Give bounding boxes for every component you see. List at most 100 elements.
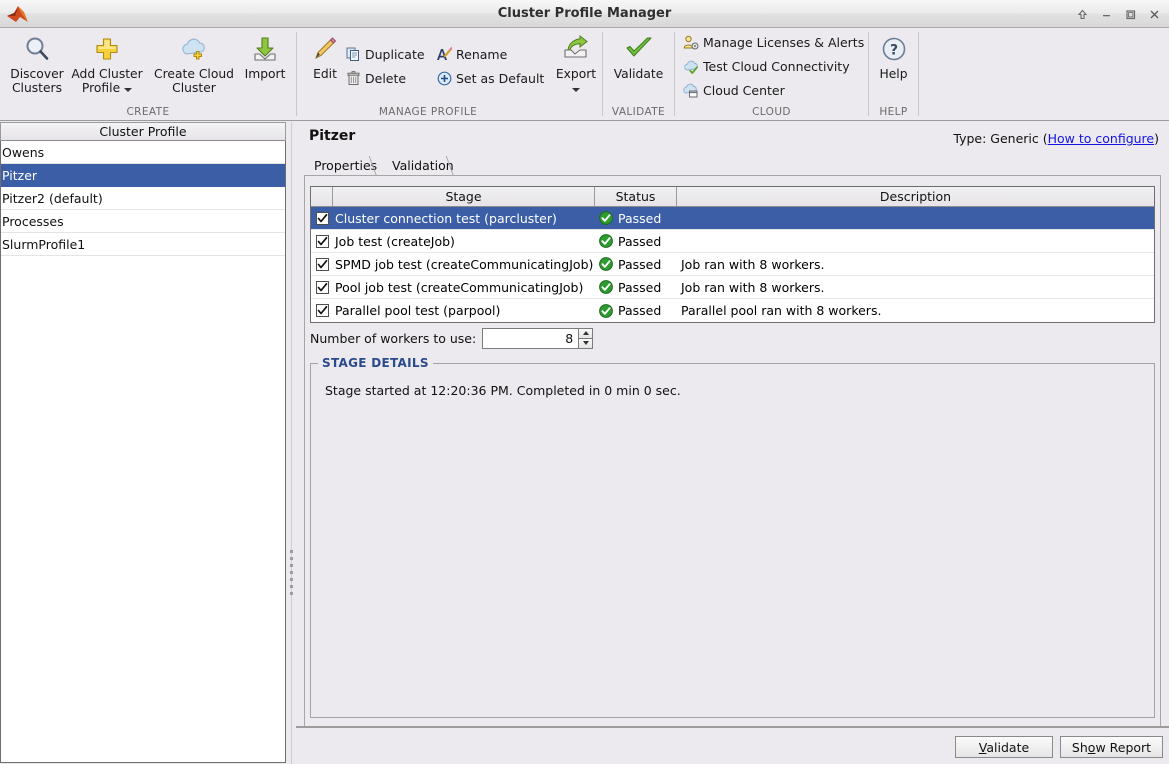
workers-input[interactable]: 8 [482, 327, 579, 349]
row-checkbox[interactable] [311, 253, 333, 275]
row-status-label: Passed [618, 256, 662, 272]
sidebar-item-slurmprofile1[interactable]: SlurmProfile1 [1, 233, 285, 256]
row-status-label: Passed [618, 303, 662, 318]
validate-ribbon-button[interactable]: Validate [603, 32, 674, 104]
profile-type-prefix: Type: Generic ( [953, 131, 1048, 146]
pane-splitter[interactable] [287, 122, 296, 764]
status-passed-icon [599, 257, 613, 271]
table-row[interactable]: Cluster connection test (parcluster) Pas… [311, 207, 1154, 230]
row-checkbox[interactable] [311, 207, 333, 229]
close-icon[interactable] [1143, 4, 1165, 25]
cloud-window-icon [681, 83, 701, 98]
group-label-cloud: CLOUD [752, 106, 791, 118]
export-button[interactable]: Export [552, 32, 600, 104]
profile-detail-pane: Pitzer Type: Generic (How to configure) … [296, 122, 1169, 764]
table-row[interactable]: Parallel pool test (parpool) Passed Para… [311, 299, 1154, 322]
manage-licenses-alerts-button[interactable]: Manage Licenses & Alerts [681, 31, 864, 54]
export-arrow-icon [561, 32, 591, 66]
row-status-label: Passed [618, 279, 662, 295]
tab-properties[interactable]: Properties [304, 156, 387, 176]
ribbon-group-cloud: Manage Licenses & Alerts Test Cloud Conn… [675, 28, 868, 120]
checkbox-checked-icon[interactable] [315, 257, 329, 271]
license-person-icon [681, 35, 701, 50]
col-header-checkbox[interactable] [311, 187, 333, 207]
minimize-icon[interactable] [1095, 4, 1117, 25]
table-row[interactable]: Pool job test (createCommunicatingJob) P… [311, 276, 1154, 299]
ribbon-toolbar: Discover Clusters Add Cluster Profile Cr… [0, 28, 1169, 121]
row-stage: Pool job test (createCommunicatingJob) [335, 279, 584, 295]
set-as-default-label: Set as Default [456, 71, 545, 86]
footer-bar: Validate Show Report [296, 727, 1169, 764]
tab-properties-label: Properties [314, 158, 378, 173]
row-stage: SPMD job test (createCommunicatingJob) [335, 256, 594, 272]
add-cluster-profile-button[interactable]: Add Cluster Profile [68, 32, 146, 104]
import-button[interactable]: Import [236, 32, 294, 104]
row-status: Passed [595, 230, 677, 252]
test-cloud-connectivity-button[interactable]: Test Cloud Connectivity [681, 55, 850, 78]
help-button[interactable]: ? Help [869, 32, 918, 104]
sidebar-item-pitzer2[interactable]: Pitzer2 (default) [1, 187, 285, 210]
chevron-down-icon[interactable] [571, 87, 580, 92]
row-checkbox[interactable] [311, 276, 333, 298]
col-header-status[interactable]: Status [595, 187, 677, 207]
set-as-default-button[interactable]: Set as Default [434, 67, 544, 90]
workers-stepper[interactable]: 8 [482, 327, 594, 349]
cloud-plus-icon [178, 32, 210, 66]
workers-spinner-buttons[interactable] [578, 327, 594, 349]
col-header-stage[interactable]: Stage [333, 187, 595, 207]
spinner-up-icon[interactable] [578, 327, 594, 338]
status-passed-icon [599, 211, 613, 225]
duplicate-button[interactable]: Duplicate [343, 43, 425, 66]
status-passed-icon [599, 303, 613, 318]
duplicate-label: Duplicate [365, 47, 425, 62]
how-to-configure-link[interactable]: How to configure [1048, 131, 1155, 146]
row-checkbox[interactable] [311, 299, 333, 322]
window-title: Cluster Profile Manager [497, 6, 672, 21]
sidebar-item-pitzer[interactable]: Pitzer [1, 164, 285, 187]
edit-label: Edit [313, 67, 337, 81]
title-bar: Cluster Profile Manager [0, 0, 1169, 28]
help-label: Help [879, 67, 908, 81]
workers-row: Number of workers to use: 8 [310, 327, 594, 349]
checkbox-checked-icon[interactable] [315, 304, 329, 317]
checkbox-checked-icon[interactable] [315, 211, 329, 225]
profile-type-suffix: ) [1154, 131, 1159, 146]
group-label-manage-profile: MANAGE PROFILE [378, 106, 478, 118]
tab-validation[interactable]: Validation [382, 156, 463, 176]
discover-clusters-button[interactable]: Discover Clusters [1, 32, 73, 104]
chevron-down-icon[interactable] [124, 87, 133, 92]
create-cloud-cluster-button[interactable]: Create Cloud Cluster [148, 32, 240, 104]
sidebar-item-processes[interactable]: Processes [1, 210, 285, 233]
rename-label: Rename [456, 47, 508, 62]
cluster-profile-manager-window: Cluster Profile Manager Discover Cluster… [0, 0, 1169, 764]
row-checkbox[interactable] [311, 230, 333, 252]
spinner-down-icon[interactable] [578, 337, 594, 349]
rename-button[interactable]: Rename [434, 43, 507, 66]
cloud-center-label: Cloud Center [703, 83, 785, 98]
pin-up-icon[interactable] [1071, 4, 1093, 25]
test-cloud-connectivity-label: Test Cloud Connectivity [703, 59, 850, 74]
delete-button[interactable]: Delete [343, 67, 406, 90]
edit-button[interactable]: Edit [301, 32, 349, 104]
validation-table-header: Stage Status Description [311, 187, 1154, 207]
validate-button[interactable]: Validate [955, 736, 1053, 758]
row-status-label: Passed [618, 233, 662, 249]
checkbox-checked-icon[interactable] [315, 234, 329, 248]
cluster-profile-list[interactable]: Owens Pitzer Pitzer2 (default) Processes… [0, 141, 286, 763]
yellow-plus-icon [93, 32, 121, 66]
table-row[interactable]: Job test (createJob) Passed [311, 230, 1154, 253]
row-status: Passed [595, 276, 677, 298]
tab-validation-label: Validation [392, 158, 454, 173]
show-report-button[interactable]: Show Report [1060, 736, 1163, 758]
table-row[interactable]: SPMD job test (createCommunicatingJob) P… [311, 253, 1154, 276]
col-header-description[interactable]: Description [677, 187, 1154, 207]
maximize-icon[interactable] [1119, 4, 1141, 25]
pencil-icon [311, 32, 339, 66]
checkbox-checked-icon[interactable] [315, 280, 329, 294]
row-description: Job ran with 8 workers. [681, 279, 825, 295]
cloud-center-button[interactable]: Cloud Center [681, 79, 785, 102]
row-description: Job ran with 8 workers. [681, 256, 825, 272]
splitter-grip-icon[interactable] [290, 550, 293, 599]
sidebar-item-owens[interactable]: Owens [1, 141, 285, 164]
row-description [677, 207, 1154, 229]
